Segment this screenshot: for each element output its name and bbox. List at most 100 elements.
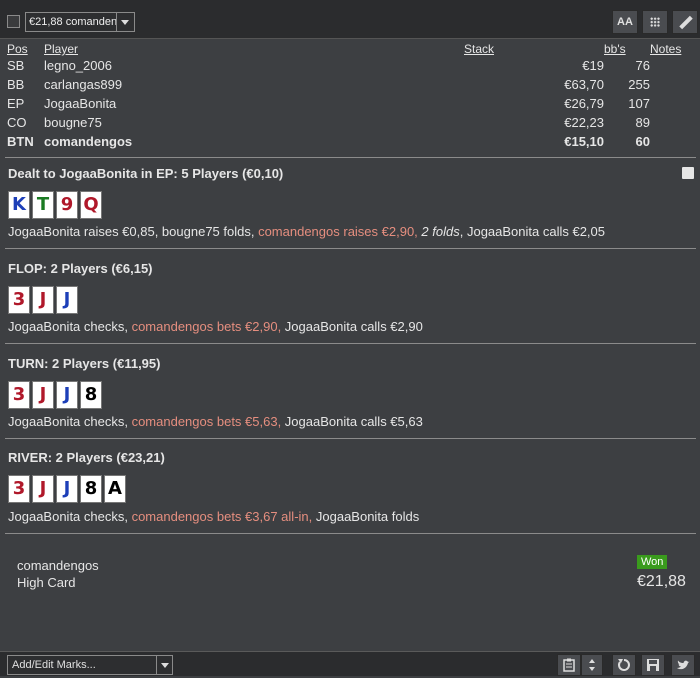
flop-actions: JogaaBonita checks, comandengos bets €2,… bbox=[8, 319, 423, 334]
action-text: JogaaBonita raises €0,85, bougne75 folds… bbox=[8, 224, 259, 239]
row-stack: €19 bbox=[582, 58, 604, 73]
table-row: EP JogaaBonita €26,79 107 bbox=[7, 94, 697, 113]
row-notes[interactable] bbox=[650, 75, 697, 94]
save-button[interactable] bbox=[641, 654, 665, 676]
table-row-hero: BTN comandengos €15,10 60 bbox=[7, 132, 697, 151]
hand-selector-value: €21,88 comandengos bbox=[29, 16, 117, 28]
table-header-row: Pos Player Stack bb's Notes bbox=[7, 42, 697, 56]
row-player: legno_2006 bbox=[44, 58, 112, 73]
up-down-icon bbox=[589, 659, 595, 671]
preflop-actions: JogaaBonita raises €0,85, bougne75 folds… bbox=[8, 224, 605, 239]
row-player: bougne75 bbox=[44, 115, 102, 130]
hole-cards: K T 9 Q bbox=[8, 191, 102, 219]
pos-header[interactable]: Pos bbox=[7, 42, 44, 56]
grid-view-button[interactable] bbox=[642, 10, 668, 34]
winner-name: comandengos bbox=[17, 558, 99, 573]
won-amount: €21,88 bbox=[637, 573, 686, 590]
highlight-action: comandengos bets €3,67 all-in, bbox=[131, 509, 313, 524]
flop-cards: 3 J J bbox=[8, 286, 78, 314]
font-size-button[interactable]: AA bbox=[612, 10, 638, 34]
row-notes[interactable] bbox=[650, 113, 697, 132]
folds-summary: 2 folds bbox=[421, 224, 460, 239]
row-pos: BTN bbox=[7, 134, 34, 149]
highlight-action: comandengos bets €5,63, bbox=[131, 414, 282, 429]
bottom-toolbar: Add/Edit Marks... bbox=[0, 651, 700, 676]
row-player: carlangas899 bbox=[44, 77, 123, 92]
card: 3 bbox=[8, 286, 30, 314]
card: K bbox=[8, 191, 30, 219]
flop-title: FLOP: 2 Players (€6,15) bbox=[8, 261, 153, 276]
card: 8 bbox=[80, 381, 102, 409]
row-pos: BB bbox=[7, 77, 25, 92]
card: Q bbox=[80, 191, 102, 219]
spinner-button[interactable] bbox=[581, 654, 603, 676]
notes-header[interactable]: Notes bbox=[650, 42, 697, 56]
turn-cards: 3 J J 8 bbox=[8, 381, 102, 409]
card: J bbox=[56, 475, 78, 503]
row-notes[interactable] bbox=[650, 56, 697, 75]
card: 3 bbox=[8, 475, 30, 503]
save-icon bbox=[647, 659, 659, 671]
twitter-icon bbox=[677, 660, 690, 670]
river-cards: 3 J J 8 A bbox=[8, 475, 126, 503]
divider bbox=[5, 157, 696, 158]
river-actions: JogaaBonita checks, comandengos bets €3,… bbox=[8, 509, 419, 524]
turn-actions: JogaaBonita checks, comandengos bets €5,… bbox=[8, 414, 423, 429]
card: T bbox=[32, 191, 54, 219]
note-icon[interactable] bbox=[682, 167, 694, 179]
action-text: JogaaBonita checks, bbox=[8, 319, 132, 334]
row-pos: CO bbox=[7, 115, 27, 130]
divider bbox=[5, 343, 696, 344]
action-text: , JogaaBonita calls €2,05 bbox=[459, 224, 606, 239]
stack-header[interactable]: Stack bbox=[464, 42, 604, 56]
card: J bbox=[32, 381, 54, 409]
card: J bbox=[56, 381, 78, 409]
chevron-down-icon[interactable] bbox=[156, 655, 173, 675]
action-text: JogaaBonita checks, bbox=[8, 509, 132, 524]
action-text: JogaaBonita folds bbox=[312, 509, 420, 524]
edit-button[interactable] bbox=[672, 10, 698, 34]
clipboard-button[interactable] bbox=[557, 654, 581, 676]
row-bbs: 107 bbox=[628, 96, 650, 111]
row-bbs: 89 bbox=[635, 115, 650, 130]
row-player: comandengos bbox=[44, 134, 133, 149]
card: 8 bbox=[80, 475, 102, 503]
row-bbs: 60 bbox=[635, 134, 650, 149]
row-stack: €15,10 bbox=[564, 134, 604, 149]
marks-input[interactable]: Add/Edit Marks... bbox=[7, 655, 157, 675]
action-text: JogaaBonita calls €2,90 bbox=[281, 319, 423, 334]
won-badge: Won bbox=[637, 555, 668, 569]
refresh-button[interactable] bbox=[612, 654, 636, 676]
action-text: JogaaBonita calls €5,63 bbox=[281, 414, 423, 429]
marks-placeholder: Add/Edit Marks... bbox=[12, 659, 96, 671]
hand-selector-dropdown[interactable]: €21,88 comandengos bbox=[25, 12, 135, 32]
row-notes[interactable] bbox=[650, 132, 697, 151]
card: A bbox=[104, 475, 126, 503]
top-toolbar: €21,88 comandengos AA bbox=[0, 0, 700, 39]
row-player: JogaaBonita bbox=[44, 96, 117, 111]
action-text: JogaaBonita checks, bbox=[8, 414, 132, 429]
card: J bbox=[32, 475, 54, 503]
row-stack: €22,23 bbox=[564, 115, 604, 130]
share-twitter-button[interactable] bbox=[671, 654, 695, 676]
bbs-header[interactable]: bb's bbox=[604, 42, 650, 56]
select-checkbox[interactable] bbox=[7, 15, 20, 28]
grid-icon bbox=[650, 17, 660, 27]
table-row: BB carlangas899 €63,70 255 bbox=[7, 75, 697, 94]
river-title: RIVER: 2 Players (€23,21) bbox=[8, 450, 165, 465]
row-notes[interactable] bbox=[650, 94, 697, 113]
row-pos: SB bbox=[7, 58, 25, 73]
divider bbox=[5, 438, 696, 439]
refresh-icon bbox=[618, 659, 630, 671]
pencil-icon bbox=[679, 15, 693, 30]
winning-hand: High Card bbox=[17, 575, 76, 590]
row-stack: €63,70 bbox=[564, 77, 604, 92]
row-bbs: 76 bbox=[635, 58, 650, 73]
card: 3 bbox=[8, 381, 30, 409]
divider bbox=[5, 533, 696, 534]
highlight-action: comandengos raises €2,90, bbox=[258, 224, 418, 239]
divider bbox=[5, 248, 696, 249]
player-header[interactable]: Player bbox=[44, 42, 464, 56]
row-bbs: 255 bbox=[628, 77, 650, 92]
chevron-down-icon[interactable] bbox=[116, 13, 134, 31]
